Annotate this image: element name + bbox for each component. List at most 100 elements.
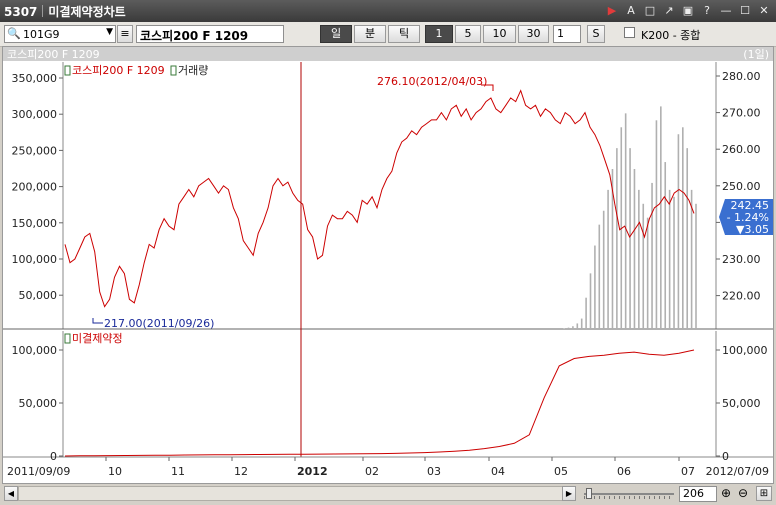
x-tick-label: 07 [681, 465, 695, 478]
volume-bar [664, 162, 667, 329]
lower-right-tick-label: 0 [722, 450, 729, 463]
volume-bar [682, 127, 684, 329]
x-start-label: 2011/09/09 [7, 465, 70, 478]
code-input[interactable]: 101G9 [23, 28, 60, 41]
volume-bar [585, 297, 587, 329]
volume-bar [567, 327, 570, 329]
annotation-low-arrow [92, 318, 103, 324]
legend-volume: 거래량 [178, 64, 208, 77]
volume-bar [602, 210, 605, 329]
window-icon[interactable]: □ [642, 3, 658, 19]
window-title: 5307 미결제약정차트 [4, 3, 126, 20]
volume-bar [655, 120, 658, 329]
window-controls: ▶ A □ ↗ ▣? — ☐ ✕ [604, 3, 772, 19]
annotation-high: 276.10(2012/04/03) [377, 75, 487, 88]
text-icon[interactable]: A [623, 3, 639, 19]
period-button-1[interactable]: 분 [354, 25, 386, 43]
upper-right-tick-label: 270.00 [722, 107, 761, 120]
volume-bar [563, 328, 565, 329]
interval-button-1[interactable]: 1 [425, 25, 453, 43]
chart-header-name: 코스피200 F 1209 [7, 48, 100, 61]
scroll-right-button[interactable]: ▶ [562, 486, 576, 501]
price-box-change: ▼3.05 [736, 223, 769, 236]
volume-bar [646, 217, 649, 329]
volume-bar [594, 245, 596, 329]
fit-button[interactable]: ⊞ [756, 486, 772, 501]
volume-bar [651, 182, 653, 329]
upper-right-tick-label: 260.00 [722, 143, 761, 156]
x-tick-label: 05 [554, 465, 568, 478]
zoom-slider-thumb[interactable] [586, 488, 592, 499]
upper-right-tick-label: 220.00 [722, 290, 761, 303]
horizontal-scrollbar-track[interactable] [18, 486, 566, 501]
interval-button-30[interactable]: 30 [518, 25, 549, 43]
help-icon[interactable]: ? [699, 3, 715, 19]
x-tick-label: 2012 [297, 465, 328, 478]
play-icon[interactable]: ▶ [604, 3, 620, 19]
legend-price: 코스피200 F 1209 [72, 64, 165, 77]
name-value: 코스피200 F 1209 [140, 29, 249, 43]
x-end-label: 2012/07/09 [706, 465, 769, 478]
chevron-down-icon[interactable]: ▼ [106, 27, 113, 37]
copy-icon[interactable]: ▣ [680, 3, 696, 19]
lower-right-tick-label: 50,000 [722, 397, 761, 410]
compare-checkbox[interactable] [624, 27, 635, 38]
x-tick-label: 06 [617, 465, 631, 478]
zoom-slider[interactable] [584, 488, 674, 499]
upper-left-tick-label: 100,000 [12, 253, 58, 266]
s-button[interactable]: S [587, 25, 605, 43]
period-button-0[interactable]: 일 [320, 25, 352, 43]
zoom-in-icon[interactable]: ⊕ [721, 486, 731, 500]
count-value: 206 [683, 487, 704, 500]
volume-bar [677, 134, 680, 329]
screen-code: 5307 [4, 5, 38, 19]
chart-svg[interactable]: 코스피200 F 1209 (1일) 350,000 300,000 250,000… [3, 47, 773, 483]
count-input[interactable]: 206 [679, 486, 717, 502]
volume-bar [572, 326, 574, 329]
volume-bar [580, 318, 583, 329]
volume-bar [660, 106, 662, 329]
compare-label: K200 - 종합 [641, 29, 701, 42]
period-button-2[interactable]: 틱 [388, 25, 420, 43]
chart-header-period: (1일) [743, 47, 769, 61]
maximize-icon[interactable]: ☐ [737, 3, 753, 19]
upper-right-tick-label: 250.00 [722, 180, 761, 193]
volume-bar [673, 196, 675, 329]
code-combo[interactable]: 🔍 101G9 ▼ [4, 25, 116, 43]
popout-icon[interactable]: ↗ [661, 3, 677, 19]
code-lookup-button[interactable]: ≡ [117, 25, 133, 43]
chart-header-bg [3, 47, 773, 61]
upper-left-tick-label: 50,000 [19, 289, 58, 302]
zoom-out-icon[interactable]: ⊖ [738, 486, 748, 500]
upper-left-tick-label: 250,000 [12, 144, 58, 157]
upper-left-tick-label: 200,000 [12, 181, 58, 194]
upper-right-tick-label: 280.00 [722, 70, 761, 83]
interval-button-10[interactable]: 10 [483, 25, 516, 43]
lower-left-tick-label: 0 [50, 450, 57, 463]
volume-bar [624, 113, 627, 330]
volume-bar [589, 273, 592, 329]
chart-area[interactable]: 코스피200 F 1209 (1일) 350,000 300,000 250,000… [2, 46, 774, 484]
toolbar: 🔍 101G9 ▼ ≡ 코스피200 F 1209 1 S K200 - 종합 … [0, 22, 776, 47]
lower-left-tick-label: 100,000 [12, 344, 58, 357]
search-icon[interactable]: 🔍 [7, 27, 21, 40]
close-icon[interactable]: ✕ [756, 3, 772, 19]
name-field[interactable]: 코스피200 F 1209 [136, 25, 284, 43]
interval-input[interactable]: 1 [553, 25, 581, 43]
x-tick-label: 11 [171, 465, 185, 478]
x-tick-label: 04 [491, 465, 505, 478]
upper-left-tick-label: 150,000 [12, 217, 58, 230]
title-bar: 5307 미결제약정차트 ▶ A □ ↗ ▣? — ☐ ✕ [0, 0, 776, 22]
interval-button-5[interactable]: 5 [455, 25, 481, 43]
scroll-left-button[interactable]: ◀ [4, 486, 18, 501]
volume-bar [690, 189, 693, 329]
volume-bar [576, 323, 579, 329]
volume-bar [638, 189, 640, 329]
annotation-low: 217.00(2011/09/26) [104, 317, 214, 330]
legend-volume-marker [170, 65, 177, 76]
upper-right-tick-label: 230.00 [722, 253, 761, 266]
interval-input-value: 1 [557, 27, 564, 40]
volume-bar [695, 203, 697, 329]
volume-bar [629, 148, 631, 329]
minimize-icon[interactable]: — [718, 3, 734, 19]
